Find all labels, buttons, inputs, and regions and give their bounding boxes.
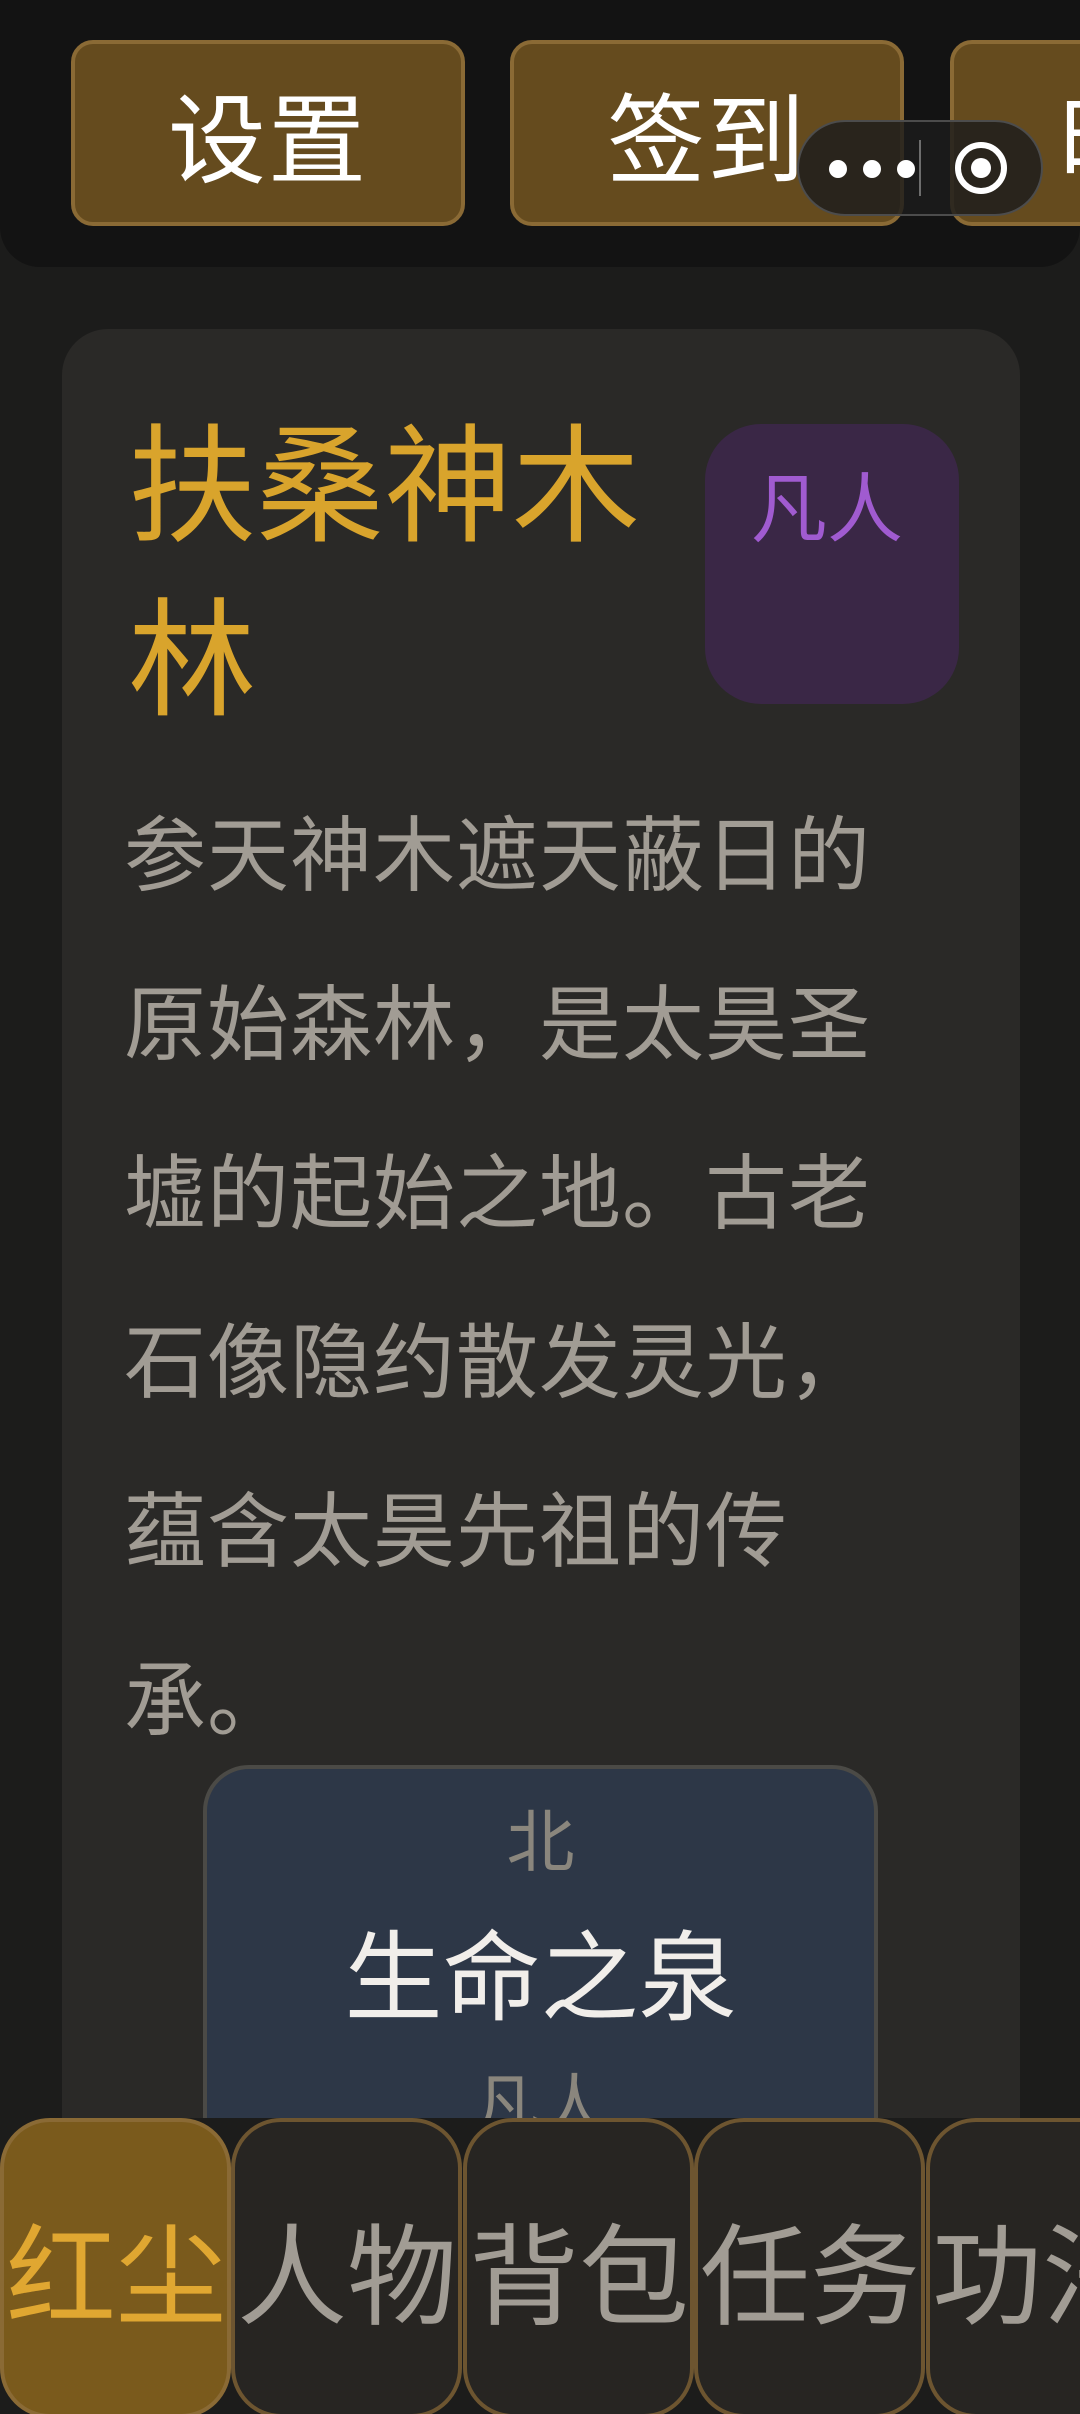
location-description: 参天神木遮天蔽日的原始森林，是太昊圣墟的起始之地。古老石像隐约散发灵光，蕴含太昊… bbox=[124, 809, 872, 1749]
bottom-navigation: 红尘 人物 背包 任务 功法 bbox=[0, 2118, 1080, 2414]
capsule-divider bbox=[919, 140, 921, 196]
tab-skills[interactable]: 功法 bbox=[926, 2118, 1080, 2414]
tab-backpack[interactable]: 背包 bbox=[463, 2118, 694, 2414]
tab-character[interactable]: 人物 bbox=[231, 2118, 462, 2414]
tab-hongchen[interactable]: 红尘 bbox=[0, 2118, 231, 2414]
miniprogram-capsule bbox=[797, 120, 1043, 216]
exit-direction: 北 bbox=[506, 1804, 575, 1883]
realm-badge: 凡人 bbox=[705, 424, 959, 704]
location-title: 扶桑神木林 bbox=[128, 413, 641, 736]
tab-tasks[interactable]: 任务 bbox=[694, 2118, 925, 2414]
top-action-bar: 设置 签到 时 bbox=[0, 0, 1080, 267]
location-card: 扶桑神木林 凡人 参天神木遮天蔽日的原始森林，是太昊圣墟的起始之地。古老石像隐约… bbox=[62, 329, 1020, 2229]
close-target-icon[interactable] bbox=[955, 142, 1007, 194]
exit-name: 生命之泉 bbox=[344, 1922, 737, 2036]
settings-button[interactable]: 设置 bbox=[71, 40, 465, 226]
more-options-icon[interactable] bbox=[829, 160, 921, 180]
